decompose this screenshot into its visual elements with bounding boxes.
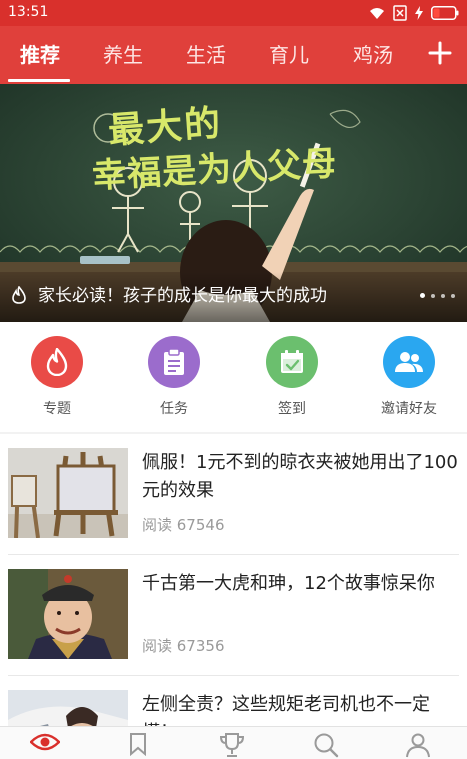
checkin-label: 签到 <box>278 401 306 417</box>
calendar-check-icon <box>281 350 303 373</box>
carousel-dot <box>431 294 435 298</box>
nav-search[interactable] <box>306 732 346 758</box>
tasks-label: 任务 <box>160 401 188 417</box>
flame-icon <box>12 286 26 304</box>
article-item[interactable]: 千古第一大虎和珅，12个故事惊呆你 阅读 67356 <box>0 555 467 675</box>
tab-life[interactable]: 生活 <box>166 40 246 70</box>
carousel-dot <box>420 293 425 298</box>
trophy-icon <box>219 733 245 757</box>
carousel-dot <box>441 294 445 298</box>
easel-image <box>8 448 128 538</box>
topics-icon-circle <box>31 336 83 388</box>
article-read-count: 阅读 67546 <box>142 516 225 534</box>
bottom-nav <box>0 726 467 759</box>
topics-button[interactable]: 专题 <box>12 336 102 418</box>
article-title: 佩服！1元不到的晾衣夹被她用出了100元的效果 <box>142 452 458 501</box>
status-icons <box>369 4 459 22</box>
nav-home[interactable] <box>25 732 65 758</box>
checkin-icon-circle <box>266 336 318 388</box>
article-thumbnail <box>8 448 128 538</box>
article-thumbnail <box>8 690 128 726</box>
tab-health[interactable]: 养生 <box>83 40 163 70</box>
bookmark-icon <box>130 733 146 756</box>
active-tab-indicator <box>8 79 70 82</box>
nav-profile[interactable] <box>398 732 438 758</box>
add-tab-button[interactable] <box>425 38 455 68</box>
people-icon <box>395 352 423 372</box>
wifi-icon <box>370 8 384 19</box>
car-image <box>8 690 128 726</box>
article-thumbnail <box>8 569 128 659</box>
charging-icon <box>415 6 423 20</box>
invite-friends-label: 邀请好友 <box>381 401 437 417</box>
tab-parenting[interactable]: 育儿 <box>249 40 329 70</box>
banner-carousel[interactable]: 最大的 幸福是为人父母 家长必读！孩子的成长是你最大的成功 <box>0 84 467 322</box>
article-title: 左侧全责？这些规矩老司机也不一定懂！ <box>142 694 430 726</box>
nav-bookmarks[interactable] <box>118 732 158 758</box>
topics-label: 专题 <box>43 401 71 417</box>
invite-friends-button[interactable]: 邀请好友 <box>364 336 454 418</box>
article-title: 千古第一大虎和珅，12个故事惊呆你 <box>142 573 435 594</box>
carousel-indicator <box>420 293 455 298</box>
plus-icon <box>428 41 452 65</box>
article-item[interactable]: 左侧全责？这些规矩老司机也不一定懂！ <box>0 676 467 726</box>
flame-icon <box>46 348 68 376</box>
clipboard-icon <box>164 348 184 375</box>
banner-caption: 家长必读！孩子的成长是你最大的成功 <box>38 286 327 306</box>
checkin-button[interactable]: 签到 <box>247 336 337 418</box>
carousel-dot <box>451 294 455 298</box>
invite-icon-circle <box>383 336 435 388</box>
tasks-button[interactable]: 任务 <box>129 336 219 418</box>
status-time: 13:51 <box>8 4 49 20</box>
category-tabbar: 推荐 养生 生活 育儿 鸡汤 <box>0 26 467 84</box>
sim-missing-icon <box>393 5 407 21</box>
portrait-image <box>8 569 128 659</box>
quick-actions: 专题 任务 签到 邀请好友 <box>0 322 467 432</box>
status-bar: 13:51 <box>0 0 467 26</box>
user-icon <box>406 733 430 758</box>
nav-rankings[interactable] <box>212 732 252 758</box>
search-icon <box>314 733 339 758</box>
tab-chicken-soup[interactable]: 鸡汤 <box>333 40 413 70</box>
battery-icon <box>431 6 459 20</box>
article-read-count: 阅读 67356 <box>142 637 225 655</box>
tab-recommend[interactable]: 推荐 <box>0 40 80 70</box>
article-item[interactable]: 佩服！1元不到的晾衣夹被她用出了100元的效果 阅读 67546 <box>0 434 467 554</box>
eye-icon <box>30 733 60 751</box>
tasks-icon-circle <box>148 336 200 388</box>
